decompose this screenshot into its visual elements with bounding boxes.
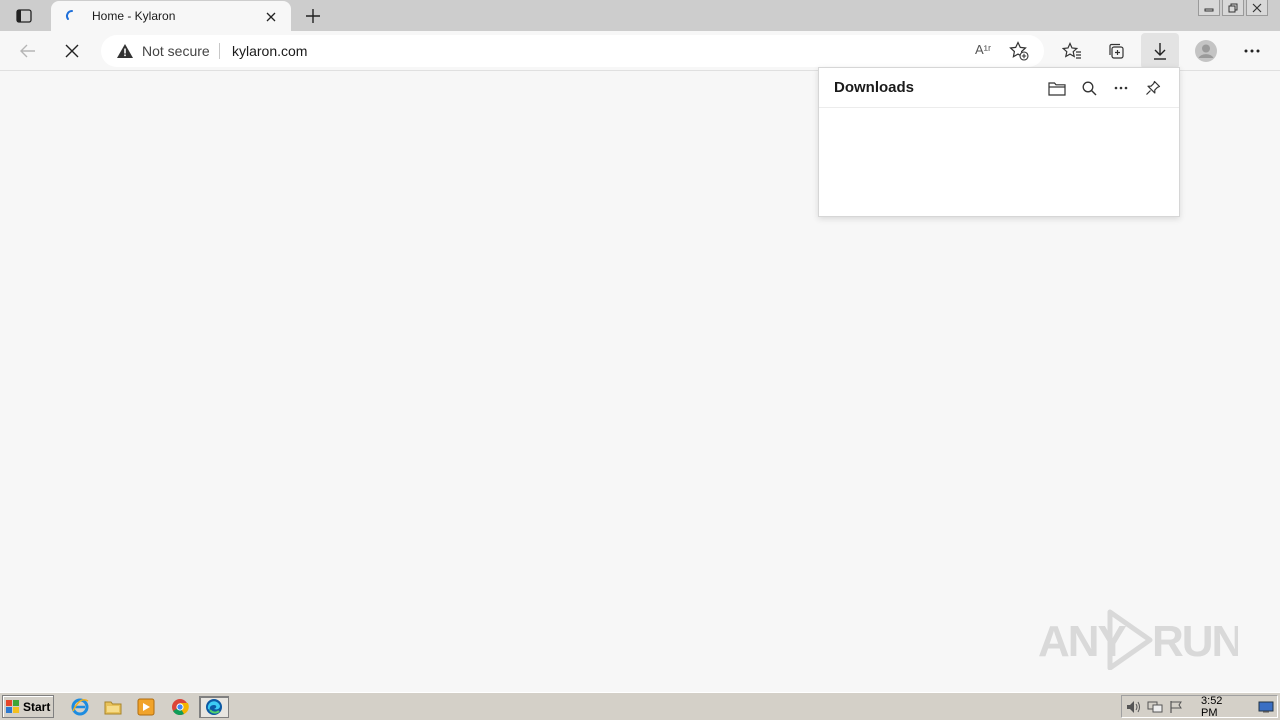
restore-button[interactable] <box>1222 0 1244 16</box>
downloads-button[interactable] <box>1141 33 1179 69</box>
favorites-button[interactable] <box>1056 35 1088 67</box>
open-folder-icon[interactable] <box>1047 78 1067 98</box>
windows-taskbar: Start 3:52 PM <box>0 692 1280 720</box>
minimize-button[interactable] <box>1198 0 1220 16</box>
address-separator <box>219 43 220 59</box>
security-status[interactable]: Not secure <box>142 43 210 59</box>
file-explorer-icon[interactable] <box>102 696 124 718</box>
volume-icon[interactable] <box>1122 698 1144 716</box>
warning-icon[interactable] <box>117 44 133 63</box>
windows-logo-icon <box>6 699 19 713</box>
tab-close-icon[interactable] <box>263 9 279 25</box>
svg-text:RUN: RUN <box>1152 617 1238 666</box>
tab-title: Home - Kylaron <box>92 9 176 23</box>
media-player-icon[interactable] <box>135 696 157 718</box>
start-button[interactable]: Start <box>2 695 54 718</box>
chrome-icon[interactable] <box>169 696 191 718</box>
taskbar-clock[interactable]: 3:52 PM <box>1201 695 1241 719</box>
window-controls <box>1198 0 1268 18</box>
collections-button[interactable] <box>1100 35 1132 67</box>
profile-avatar[interactable] <box>1190 35 1222 67</box>
browser-toolbar: Not secure kylaron.com A¹ʳ <box>0 31 1280 71</box>
pin-icon[interactable] <box>1143 78 1163 98</box>
downloads-panel: Downloads <box>818 67 1180 217</box>
address-bar[interactable]: Not secure kylaron.com A¹ʳ <box>101 35 1044 67</box>
action-center-flag-icon[interactable] <box>1165 698 1187 716</box>
internet-explorer-icon[interactable] <box>69 696 91 718</box>
edge-icon[interactable] <box>199 696 229 718</box>
system-tray: 3:52 PM <box>1121 695 1278 719</box>
read-aloud-icon[interactable]: A¹ʳ <box>975 42 991 57</box>
network-icon[interactable] <box>1144 698 1166 716</box>
search-icon[interactable] <box>1079 78 1099 98</box>
back-button[interactable] <box>12 35 44 67</box>
new-tab-button[interactable] <box>302 5 324 27</box>
tab-actions-icon[interactable] <box>12 7 36 25</box>
add-favorite-icon[interactable] <box>1009 41 1029 66</box>
close-window-button[interactable] <box>1246 0 1268 16</box>
loading-spinner-icon <box>65 9 79 23</box>
downloads-header: Downloads <box>819 68 1179 108</box>
stop-loading-button[interactable] <box>56 35 88 67</box>
tab-strip: Home - Kylaron <box>0 0 1280 32</box>
settings-more-icon[interactable] <box>1236 35 1268 67</box>
more-options-icon[interactable] <box>1111 78 1131 98</box>
svg-text:ANY: ANY <box>1038 617 1127 666</box>
downloads-title: Downloads <box>834 79 915 96</box>
start-label: Start <box>23 699 51 714</box>
show-desktop-icon[interactable] <box>1255 698 1277 716</box>
tab-home-kylaron[interactable]: Home - Kylaron <box>51 1 291 32</box>
anyrun-watermark-logo: ANY RUN <box>1038 606 1243 671</box>
url-text[interactable]: kylaron.com <box>232 43 307 59</box>
